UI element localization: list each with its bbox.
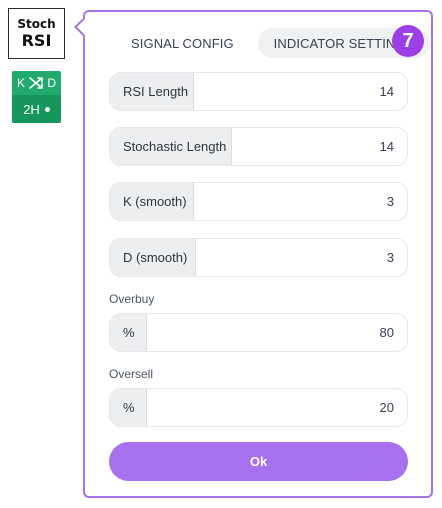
kd-badge-bottom: 2H xyxy=(12,95,61,123)
k-smooth-field[interactable]: K (smooth) 3 xyxy=(109,182,408,221)
d-smooth-label: D (smooth) xyxy=(110,239,196,276)
rsi-length-input[interactable]: 14 xyxy=(194,73,407,110)
k-smooth-label: K (smooth) xyxy=(110,183,194,220)
overbuy-unit: % xyxy=(110,314,147,351)
d-smooth-input[interactable]: 3 xyxy=(196,239,407,276)
overbuy-label: Overbuy xyxy=(109,292,155,306)
settings-panel: SIGNAL CONFIG INDICATOR SETTINGS 7 RSI L… xyxy=(74,10,433,498)
step-number-badge: 7 xyxy=(392,25,424,57)
d-smooth-field[interactable]: D (smooth) 3 xyxy=(109,238,408,277)
crossover-icon xyxy=(28,76,44,90)
rsi-length-label: RSI Length xyxy=(110,73,194,110)
oversell-label: Oversell xyxy=(109,367,154,381)
stochastic-length-field[interactable]: Stochastic Length 14 xyxy=(109,127,408,166)
oversell-field[interactable]: % 20 xyxy=(109,388,408,427)
indicator-name-line2: RSI xyxy=(21,31,52,50)
kd-signal-badge[interactable]: K D 2H xyxy=(12,71,61,123)
tab-bar: SIGNAL CONFIG INDICATOR SETTINGS xyxy=(115,28,431,58)
status-dot-icon xyxy=(44,106,50,112)
overbuy-input[interactable]: 80 xyxy=(147,314,407,351)
app-root: Stoch RSI K D 2H SIGNAL CONFIG INDICATOR… xyxy=(0,0,442,508)
oversell-unit: % xyxy=(110,389,147,426)
stochastic-length-label: Stochastic Length xyxy=(110,128,232,165)
stochastic-length-input[interactable]: 14 xyxy=(232,128,407,165)
indicator-card[interactable]: Stoch RSI xyxy=(8,8,65,59)
tab-signal-config[interactable]: SIGNAL CONFIG xyxy=(115,28,250,58)
d-label: D xyxy=(47,76,56,90)
timeframe-label: 2H xyxy=(23,101,40,117)
k-label: K xyxy=(17,76,26,90)
kd-badge-top: K D xyxy=(12,71,61,95)
rsi-length-field[interactable]: RSI Length 14 xyxy=(109,72,408,111)
k-smooth-input[interactable]: 3 xyxy=(194,183,407,220)
ok-button[interactable]: Ok xyxy=(109,442,408,481)
indicator-name-line1: Stoch xyxy=(17,17,56,31)
panel-caret xyxy=(74,17,94,37)
overbuy-field[interactable]: % 80 xyxy=(109,313,408,352)
oversell-input[interactable]: 20 xyxy=(147,389,407,426)
